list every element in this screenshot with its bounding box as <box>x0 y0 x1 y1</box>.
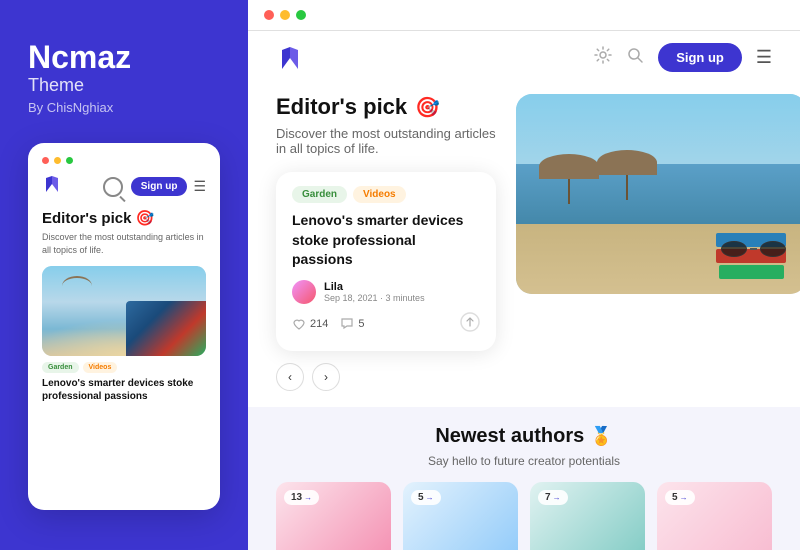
nav-arrows: ‹ › <box>276 363 496 391</box>
author-cards: 13 → 5 → 7 → <box>276 482 772 550</box>
author-count-badge-2: 5 → <box>411 490 441 505</box>
phone-dots <box>42 157 206 164</box>
phone-description: Discover the most outstanding articles i… <box>42 231 206 256</box>
browser-dot-yellow <box>280 10 290 20</box>
comments-count: 5 <box>358 318 364 330</box>
hero-title: Editor's pick <box>276 94 407 120</box>
phone-dot-red <box>42 157 49 164</box>
desktop-logo <box>276 43 304 71</box>
phone-editors-pick: Editor's pick 🎯 <box>42 209 206 227</box>
author-count-badge-1: 13 → <box>284 490 319 505</box>
likes-count: 214 <box>310 318 328 330</box>
phone-signup-button[interactable]: Sign up <box>131 177 188 196</box>
card-tag-videos: Videos <box>353 186 406 203</box>
desktop-nav: Sign up ☰ <box>248 31 800 84</box>
card-title: Lenovo's smarter devices stoke professio… <box>292 211 480 270</box>
sidebar-by: By ChisNghiax <box>28 100 220 115</box>
author-count-badge-3: 7 → <box>538 490 568 505</box>
phone-article-title: Lenovo's smarter devices stoke professio… <box>42 377 206 403</box>
desktop-nav-icons: Sign up ☰ <box>594 43 772 72</box>
phone-dot-green <box>66 157 73 164</box>
card-author-info: Lila Sep 18, 2021 · 3 minutes <box>324 281 425 303</box>
card-author-name: Lila <box>324 281 425 293</box>
author-card-3[interactable]: 7 → <box>530 482 645 550</box>
prev-arrow[interactable]: ‹ <box>276 363 304 391</box>
phone-logo <box>42 174 62 199</box>
card-tags: Garden Videos <box>292 186 480 203</box>
hero-subtitle: Discover the most outstanding articles i… <box>276 126 496 156</box>
search-icon[interactable] <box>626 46 644 69</box>
parasol-2 <box>597 150 657 195</box>
browser-chrome <box>248 0 800 31</box>
newest-authors-emoji: 🏅 <box>590 426 612 447</box>
desktop-signup-button[interactable]: Sign up <box>658 43 742 72</box>
hero-left: Editor's pick 🎯 Discover the most outsta… <box>276 94 516 391</box>
editors-pick-emoji: 🎯 <box>415 95 440 120</box>
newest-authors-title-row: Newest authors 🏅 <box>276 425 772 448</box>
next-arrow[interactable]: › <box>312 363 340 391</box>
parasol-1 <box>539 154 599 199</box>
author-card-2[interactable]: 5 → <box>403 482 518 550</box>
sg-lens-left <box>721 241 747 257</box>
sg-bridge <box>750 248 758 250</box>
phone-menu-icon: ☰ <box>193 178 206 195</box>
browser-dot-green <box>296 10 306 20</box>
badge-arrow-4: → <box>680 493 688 502</box>
sg-lens-right <box>760 241 786 257</box>
newest-authors-subtitle: Say hello to future creator potentials <box>276 454 772 468</box>
card-author-date: Sep 18, 2021 · 3 minutes <box>324 293 425 303</box>
badge-arrow-2: → <box>426 493 434 502</box>
book-3 <box>719 265 784 279</box>
card-author-row: Lila Sep 18, 2021 · 3 minutes <box>292 280 480 304</box>
badge-arrow-1: → <box>304 493 312 502</box>
card-stats: 214 5 <box>292 312 480 337</box>
menu-icon[interactable]: ☰ <box>756 47 772 68</box>
phone-dot-yellow <box>54 157 61 164</box>
newest-authors-section: Newest authors 🏅 Say hello to future cre… <box>248 407 800 550</box>
settings-icon[interactable] <box>594 46 612 69</box>
phone-article-image <box>42 266 206 356</box>
card-likes: 214 <box>292 317 328 331</box>
hero-image <box>516 94 800 294</box>
sidebar-subtitle: Theme <box>28 75 220 96</box>
author-card-4[interactable]: 5 → <box>657 482 772 550</box>
beach-scene <box>516 94 800 294</box>
phone-tag-videos: Videos <box>83 362 118 373</box>
books-stack <box>716 233 786 279</box>
sunglasses <box>721 241 786 257</box>
card-comments: 5 <box>340 317 364 331</box>
article-card: Garden Videos Lenovo's smarter devices s… <box>276 172 496 351</box>
author-card-1[interactable]: 13 → <box>276 482 391 550</box>
hero-title-row: Editor's pick 🎯 <box>276 94 496 120</box>
phone-mockup: Sign up ☰ Editor's pick 🎯 Discover the m… <box>28 143 220 510</box>
badge-arrow-3: → <box>553 493 561 502</box>
sidebar: Ncmaz Theme By ChisNghiax Sign up ☰ Edit… <box>0 0 248 550</box>
newest-authors-title: Newest authors 🏅 <box>435 425 612 448</box>
browser-dot-red <box>264 10 274 20</box>
card-tag-garden: Garden <box>292 186 347 203</box>
phone-tag-garden: Garden <box>42 362 79 373</box>
desktop-view: Sign up ☰ Editor's pick 🎯 Discover the m… <box>248 31 800 550</box>
sidebar-title: Ncmaz <box>28 40 220 75</box>
hero-image-background <box>516 94 800 294</box>
phone-search-icon <box>103 177 123 197</box>
hero-section: Editor's pick 🎯 Discover the most outsta… <box>248 84 800 407</box>
main-content: Sign up ☰ Editor's pick 🎯 Discover the m… <box>248 0 800 550</box>
phone-nav: Sign up ☰ <box>42 174 206 199</box>
author-count-badge-4: 5 → <box>665 490 695 505</box>
phone-tags: Garden Videos <box>42 362 206 373</box>
share-icon[interactable] <box>460 312 480 337</box>
card-avatar <box>292 280 316 304</box>
